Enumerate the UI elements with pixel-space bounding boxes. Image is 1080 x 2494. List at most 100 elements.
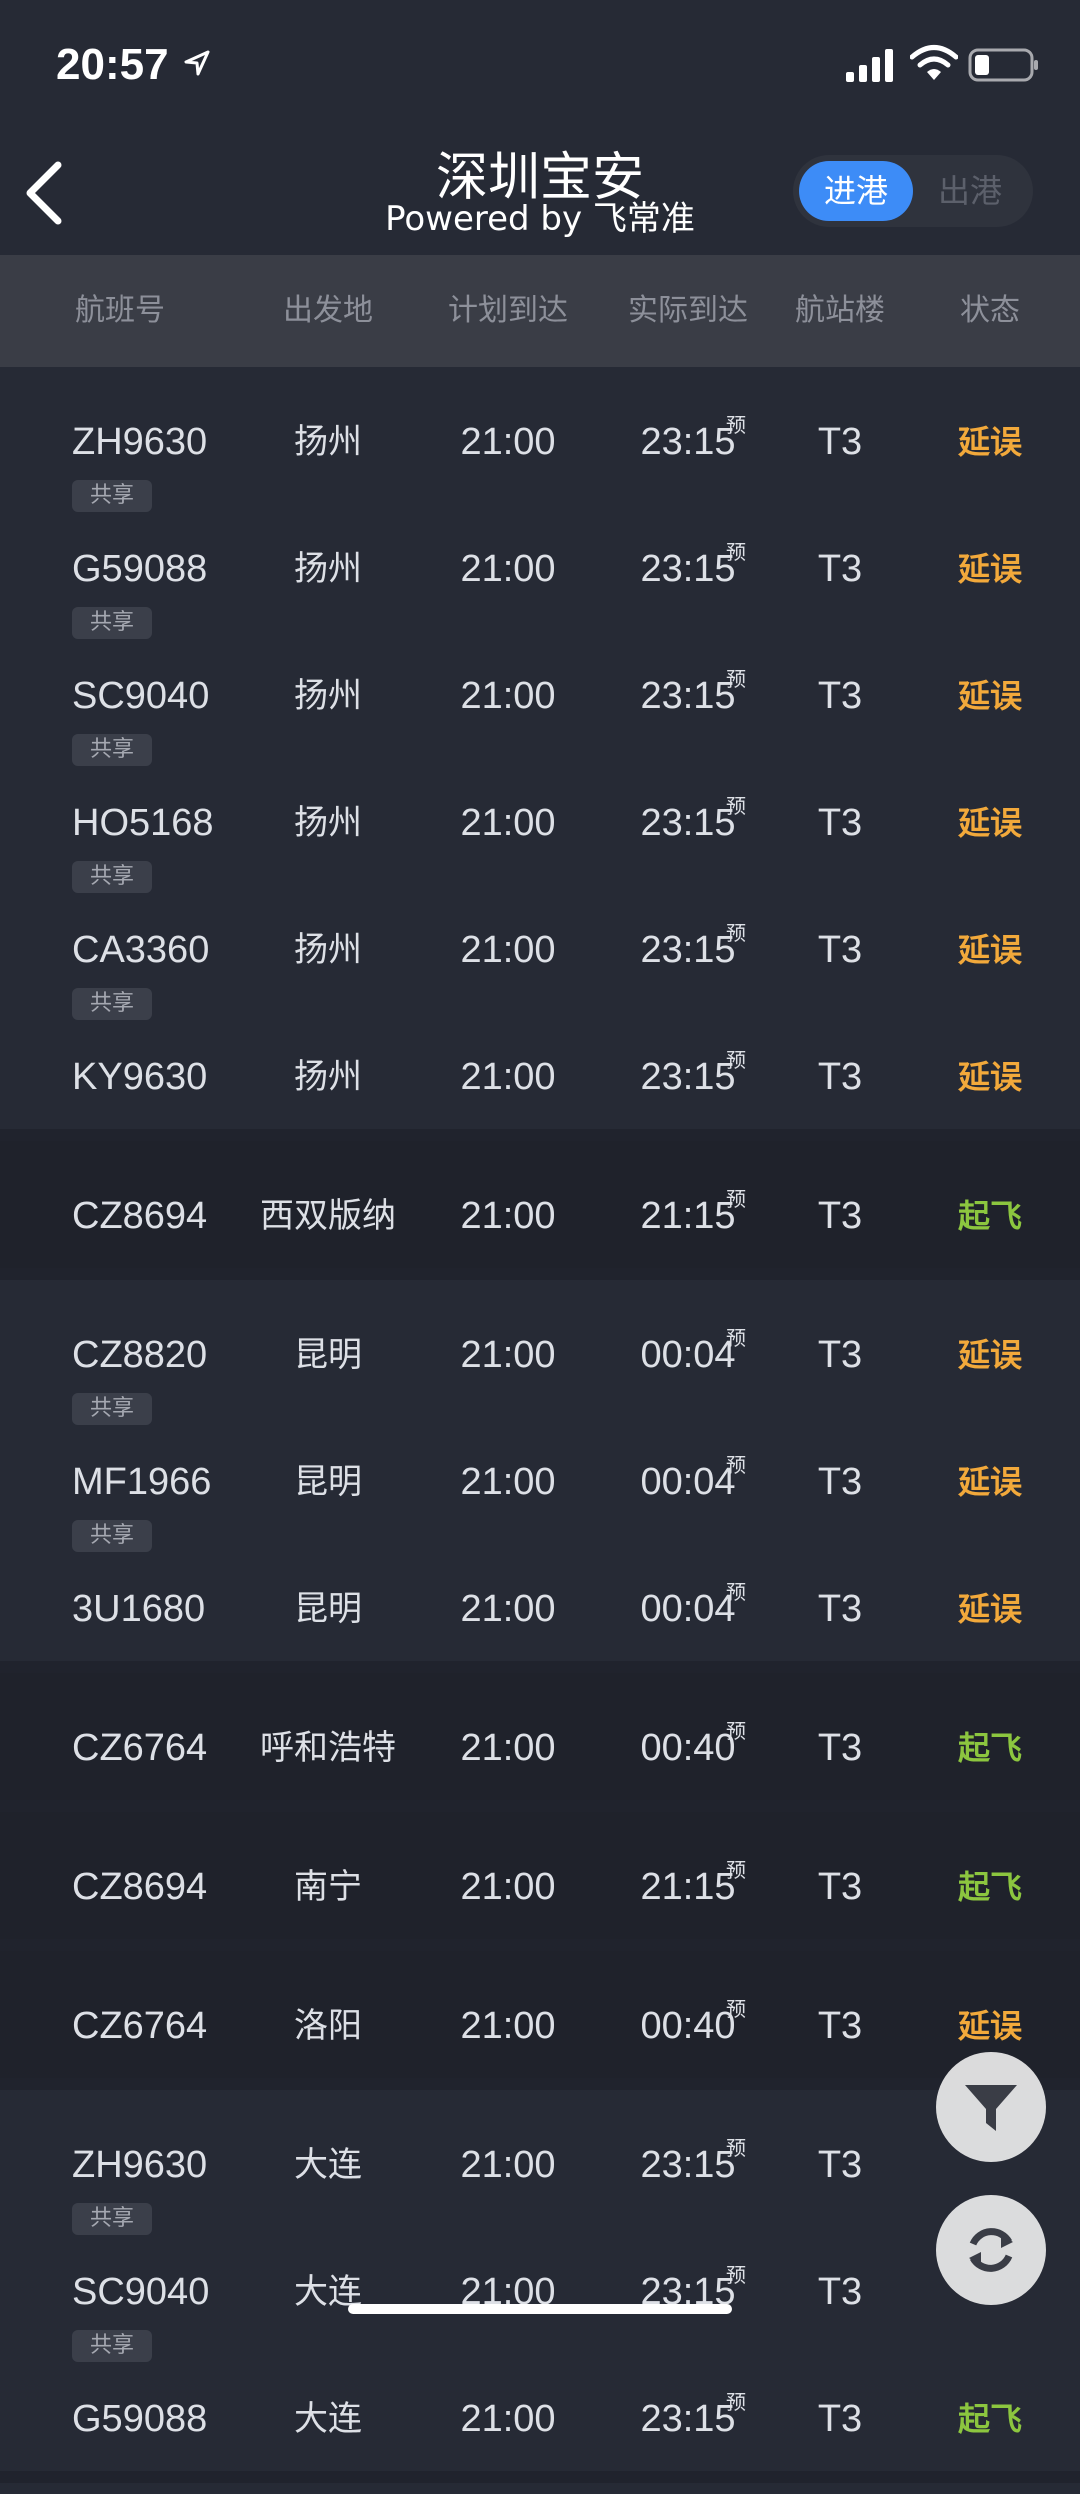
terminal: T3	[817, 1727, 863, 1769]
tab-arrivals[interactable]: 进港	[799, 161, 913, 221]
status-badge: 起飞	[957, 1729, 1023, 1767]
refresh-icon	[969, 2228, 1013, 2272]
terminal: T3	[817, 1588, 863, 1630]
origin-city: 大连	[294, 2399, 362, 2439]
estimated-marker: 预	[726, 1453, 746, 1477]
status-badge: 起飞	[957, 1197, 1023, 1235]
estimated-marker: 预	[726, 1997, 746, 2021]
flight-row[interactable]: 共享 G59088 扬州 21:00 23:15 预 T3 延误	[0, 480, 1080, 621]
battery-icon	[968, 48, 1038, 82]
flight-row[interactable]: 共享 SC9040 大连 21:00 23:15 预 T3	[0, 2203, 1080, 2344]
flight-row[interactable]: CZ6764 呼和浩特 21:00 00:40 预 T3 起飞	[0, 1673, 1080, 1800]
flight-row[interactable]: 共享 CA3360 扬州 21:00 23:15 预 T3 延误	[0, 861, 1080, 1002]
origin-city: 南宁	[294, 1867, 362, 1907]
origin-city: 扬州	[294, 1057, 362, 1097]
flight-number: CZ8694	[72, 1866, 208, 1908]
actual-time: 00:40	[640, 1727, 736, 1769]
status-badge: 起飞	[957, 1868, 1023, 1906]
estimated-marker: 预	[726, 1187, 746, 1211]
flight-row[interactable]: 共享 HO5168 扬州 21:00 23:15 预 T3 延误	[0, 734, 1080, 875]
actual-time: 21:15	[640, 1195, 736, 1237]
actual-time: 00:04	[640, 1588, 736, 1630]
actual-time: 00:40	[640, 2005, 736, 2047]
home-indicator[interactable]	[348, 2304, 732, 2314]
origin-city: 昆明	[294, 1589, 362, 1629]
tab-departures[interactable]: 出港	[913, 161, 1027, 221]
arrival-departure-toggle: 进港 出港	[793, 155, 1033, 227]
estimated-marker: 预	[726, 921, 746, 945]
actual-time: 21:15	[640, 1866, 736, 1908]
flight-row[interactable]: CZ6764 洛阳 21:00 00:40 预 T3 延误	[0, 1951, 1080, 2078]
terminal: T3	[817, 1866, 863, 1908]
col-terminal: 航站楼	[795, 293, 885, 328]
flight-group: CZ8694 南宁 21:00 21:15 预 T3 起飞	[0, 1812, 1080, 1951]
flight-row[interactable]: 共享 KY9630 扬州 21:00 23:15 预 T3 延误	[0, 988, 1080, 1129]
actual-time: 23:15	[640, 1056, 736, 1098]
flight-number: CZ6764	[72, 2005, 208, 2047]
col-actual: 实际到达	[628, 293, 748, 328]
flight-row[interactable]: 共享 SC9040 扬州 21:00 23:15 预 T3 延误	[0, 607, 1080, 748]
scheduled-time: 21:00	[460, 1727, 556, 1769]
scheduled-time: 21:00	[460, 1195, 556, 1237]
flight-group: CZ8820 昆明 21:00 00:04 预 T3 延误 共享 MF1966 昆明 21:00 00…	[0, 1280, 1080, 1673]
status-badge: 延误	[957, 1058, 1023, 1096]
flight-number: 3U1680	[72, 1588, 206, 1630]
scheduled-time: 21:00	[460, 1588, 556, 1630]
estimated-marker: 预	[726, 1580, 746, 1604]
origin-city: 呼和浩特	[260, 1728, 396, 1768]
flight-row[interactable]: ZH9630 大连 21:00 23:15 预 T3	[0, 2090, 1080, 2217]
flight-group: CZ8694 西双版纳 21:00 21:15 预 T3 起飞	[0, 1141, 1080, 1280]
estimated-marker: 预	[726, 1048, 746, 1072]
terminal: T3	[817, 2398, 863, 2440]
estimated-marker: 预	[726, 1858, 746, 1882]
location-arrow-icon	[184, 50, 210, 76]
flight-row[interactable]: CZ8694 南宁 21:00 21:15 预 T3 起飞	[0, 1812, 1080, 1939]
flight-row[interactable]: 共享 G59088 大连 21:00 23:15 预 T3 起飞	[0, 2330, 1080, 2471]
estimated-marker: 预	[726, 540, 746, 564]
flight-group: CZ6764 呼和浩特 21:00 00:40 预 T3 起飞	[0, 1673, 1080, 1812]
scheduled-time: 21:00	[460, 1866, 556, 1908]
flight-group: CZ6764 洛阳 21:00 00:40 预 T3 延误	[0, 1951, 1080, 2090]
scheduled-time: 21:00	[460, 1056, 556, 1098]
flight-number: CZ8694	[72, 1195, 208, 1237]
estimated-marker: 预	[726, 2263, 746, 2287]
flight-row[interactable]: 共享 MF1966 昆明 21:00 00:04 预 T3 延误	[0, 1393, 1080, 1534]
scheduled-time: 21:00	[460, 2005, 556, 2047]
signal-icon	[846, 49, 893, 82]
flight-list[interactable]: ZH9630 扬州 21:00 23:15 预 T3 延误 共享 G59088 扬州 21:00 23…	[0, 367, 1080, 2483]
flight-number: KY9630	[72, 1056, 208, 1098]
scheduled-time: 21:00	[460, 2398, 556, 2440]
col-flight-number: 航班号	[75, 293, 165, 328]
status-bar: 20:57	[0, 0, 1080, 135]
nav-header: 深圳宝安 Powered by 飞常准 进港 出港	[0, 135, 1080, 255]
column-header: 航班号 出发地 计划到达 实际到达 航站楼 状态	[0, 255, 1080, 367]
terminal: T3	[817, 2005, 863, 2047]
refresh-button[interactable]	[936, 2195, 1046, 2305]
estimated-marker: 预	[726, 2390, 746, 2414]
flight-row[interactable]: ZH9630 扬州 21:00 23:15 预 T3 延误	[0, 367, 1080, 494]
col-origin: 出发地	[283, 293, 373, 328]
flight-group: ZH9630 扬州 21:00 23:15 预 T3 延误 共享 G59088 扬州 21:00 23…	[0, 367, 1080, 1141]
estimated-marker: 预	[726, 1719, 746, 1743]
estimated-marker: 预	[726, 413, 746, 437]
col-status: 状态	[960, 293, 1020, 328]
flight-number: G59088	[72, 2398, 208, 2440]
terminal: T3	[817, 1195, 863, 1237]
flight-row[interactable]: CZ8694 西双版纳 21:00 21:15 预 T3 起飞	[0, 1141, 1080, 1268]
origin-city: 西双版纳	[260, 1196, 396, 1236]
actual-time: 23:15	[640, 2398, 736, 2440]
wifi-icon	[910, 45, 958, 80]
filter-icon	[965, 2085, 1017, 2131]
estimated-marker: 预	[726, 794, 746, 818]
origin-city: 洛阳	[294, 2006, 362, 2046]
col-scheduled: 计划到达	[448, 293, 568, 328]
estimated-marker: 预	[726, 2136, 746, 2160]
flight-group: ZH9630 大连 21:00 23:15 预 T3 共享 SC9040 大连 21:00 23:1…	[0, 2090, 1080, 2483]
status-time: 20:57	[56, 40, 169, 89]
flight-row[interactable]: 共享 3U1680 昆明 21:00 00:04 预 T3 延误	[0, 1520, 1080, 1661]
estimated-marker: 预	[726, 667, 746, 691]
status-badge: 延误	[957, 1590, 1023, 1628]
flight-row[interactable]: CZ8820 昆明 21:00 00:04 预 T3 延误	[0, 1280, 1080, 1407]
flight-number: CZ6764	[72, 1727, 208, 1769]
filter-button[interactable]	[936, 2052, 1046, 2162]
